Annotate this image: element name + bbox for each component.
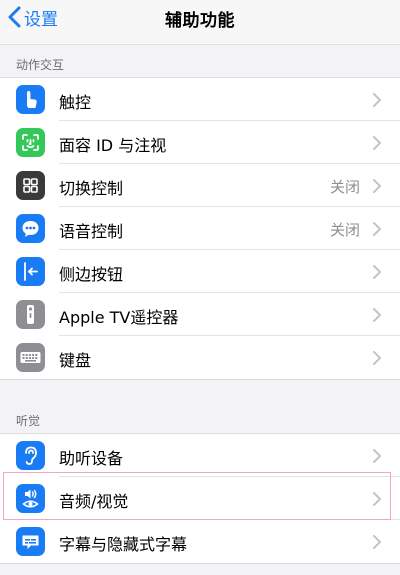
row-keyboard[interactable]: 键盘 (0, 336, 400, 379)
apple-tv-remote-icon (16, 300, 45, 329)
row-label: 字幕与隐藏式字幕 (59, 535, 188, 554)
switch-control-icon (16, 171, 45, 200)
row-value: 关闭 (329, 178, 360, 196)
voice-control-icon (16, 214, 45, 243)
interaction-group: 触控 面容 ID 与注视 切换控制 关闭 语音控制 关闭 侧边按钮 Apple … (0, 77, 400, 380)
row-label: 音频/视觉 (59, 492, 129, 511)
row-apple-tv-remote[interactable]: Apple TV遥控器 (0, 293, 400, 336)
face-id-icon (16, 128, 45, 157)
row-label: 语音控制 (59, 222, 124, 241)
chevron-right-icon (373, 351, 381, 365)
row-side-button[interactable]: 侧边按钮 (0, 250, 400, 293)
hearing-group: 助听设备 音频/视觉 字幕与隐藏式字幕 (0, 433, 400, 564)
row-label: 键盘 (59, 351, 92, 370)
navigation-bar: 设置 辅助功能 (0, 0, 400, 45)
subtitles-icon (16, 527, 45, 556)
chevron-right-icon (373, 179, 381, 193)
row-label: 助听设备 (59, 449, 124, 468)
row-label: Apple TV遥控器 (59, 308, 179, 327)
chevron-right-icon (373, 136, 381, 150)
ear-icon (16, 441, 45, 470)
row-value: 关闭 (329, 221, 360, 239)
side-button-icon (16, 257, 45, 286)
section-header-hearing: 听觉 (16, 414, 41, 428)
keyboard-icon (16, 343, 45, 372)
row-label: 切换控制 (59, 179, 124, 198)
chevron-right-icon (373, 535, 381, 549)
audio-visual-icon (16, 484, 45, 513)
row-switch-control[interactable]: 切换控制 关闭 (0, 164, 400, 207)
row-face-id[interactable]: 面容 ID 与注视 (0, 121, 400, 164)
row-label: 触控 (59, 93, 92, 112)
row-voice-control[interactable]: 语音控制 关闭 (0, 207, 400, 250)
chevron-right-icon (373, 93, 381, 107)
section-header-interaction: 动作交互 (16, 58, 65, 72)
chevron-right-icon (373, 265, 381, 279)
row-hearing-devices[interactable]: 助听设备 (0, 434, 400, 477)
chevron-right-icon (373, 492, 381, 506)
page-title: 辅助功能 (165, 11, 235, 31)
row-label: 面容 ID 与注视 (59, 136, 167, 155)
row-label: 侧边按钮 (59, 265, 124, 284)
chevron-right-icon (373, 308, 381, 322)
chevron-right-icon (373, 222, 381, 236)
row-subtitles[interactable]: 字幕与隐藏式字幕 (0, 520, 400, 563)
touch-hand-icon (16, 85, 45, 114)
row-touch[interactable]: 触控 (0, 78, 400, 121)
row-audio-visual[interactable]: 音频/视觉 (0, 477, 400, 520)
chevron-right-icon (373, 449, 381, 463)
